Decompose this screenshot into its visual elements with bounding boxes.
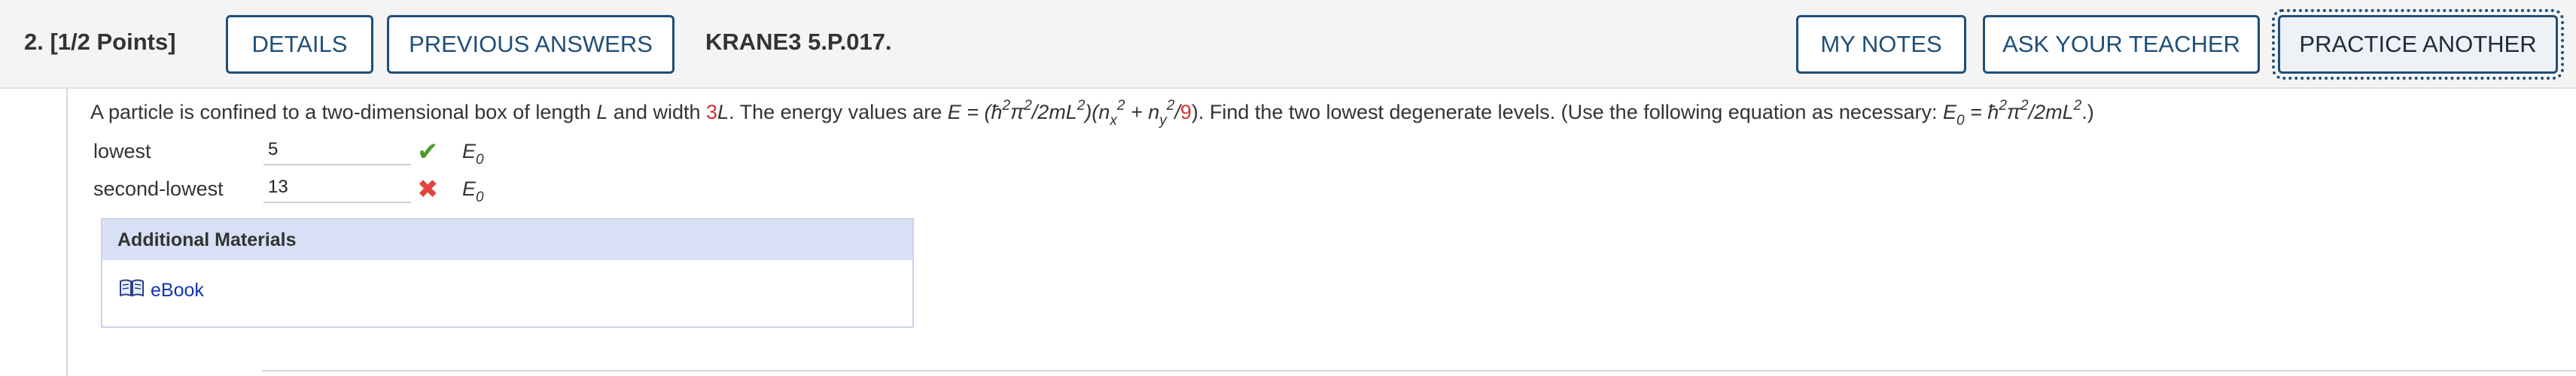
additional-materials-panel: Additional Materials eBook [101,218,914,328]
details-button[interactable]: DETAILS [226,15,373,74]
question-header: 2. [1/2 Points] DETAILS PREVIOUS ANSWERS… [0,0,2576,89]
left-border [66,87,68,376]
e0-definition: E0 = ħ2π2/2mL2 [1942,98,2082,129]
question-number: 2. [1/2 Points] [24,29,176,55]
answer-label-lowest: lowest [93,140,151,162]
lowest-answer-input[interactable] [263,135,411,165]
ebook-label: eBook [151,280,204,301]
ask-your-teacher-button[interactable]: ASK YOUR TEACHER [1983,15,2260,74]
question-text: A particle is confined to a two-dimensio… [90,98,2094,129]
second-lowest-answer-input[interactable] [263,173,411,203]
additional-materials-title: Additional Materials [102,220,912,260]
answer-label-second-lowest: second-lowest [93,177,224,200]
energy-formula: E = (ħ2π2/2mL2)(nx2 + ny2/ [947,98,1180,129]
correct-check-icon: ✔ [417,138,439,166]
denominator-value: 9 [1180,101,1192,123]
answer-unit-second-lowest: E0 [462,177,484,205]
practice-another-button[interactable]: PRACTICE ANOTHER [2272,9,2564,80]
answer-unit-lowest: E0 [462,140,484,168]
ebook-link[interactable]: eBook [119,278,204,303]
width-coefficient: 3 [706,101,718,123]
assignment-code: KRANE3 5.P.017. [705,29,892,55]
my-notes-button[interactable]: MY NOTES [1796,15,1966,74]
previous-answers-button[interactable]: PREVIOUS ANSWERS [387,15,674,74]
incorrect-x-icon: ✖ [417,175,439,204]
book-icon [119,278,145,303]
bottom-divider [262,370,2576,371]
